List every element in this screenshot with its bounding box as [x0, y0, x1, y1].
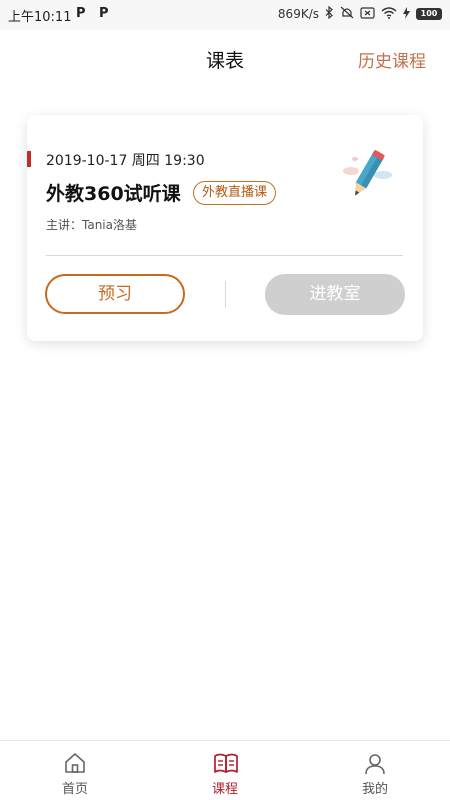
course-teacher: 主讲：Tania洛基	[46, 218, 137, 232]
pencil-illustration-icon	[341, 145, 393, 205]
preview-button[interactable]: 预习	[45, 274, 185, 314]
button-separator	[225, 281, 226, 308]
card-divider	[46, 255, 403, 256]
status-bar: 上午10:11 P P 869K/s 100	[0, 0, 450, 30]
network-speed: 869K/s	[277, 7, 319, 21]
app-notification-icon: P	[76, 6, 86, 21]
course-datetime: 2019-10-17 周四 19:30	[46, 153, 205, 169]
page-header: 课表 历史课程	[0, 30, 450, 88]
app-notification-icon: P	[99, 6, 109, 21]
bottom-tab-bar: 首页 课程 我的	[0, 740, 450, 800]
course-title: 外教360试听课	[46, 183, 181, 205]
book-icon	[214, 753, 238, 773]
enter-classroom-button[interactable]: 进教室	[265, 274, 405, 315]
status-indicators: 869K/s 100	[277, 5, 442, 22]
home-icon	[65, 753, 85, 773]
wifi-icon	[381, 6, 397, 22]
bluetooth-icon	[325, 5, 334, 22]
course-card[interactable]: 2019-10-17 周四 19:30 外教360试听课 外教直播课 主讲：Ta…	[27, 115, 423, 341]
battery-icon: 100	[416, 8, 442, 20]
accent-bar	[27, 151, 31, 167]
tab-profile-label: 我的	[361, 782, 388, 797]
course-type-badge: 外教直播课	[193, 181, 277, 205]
status-time: 上午10:11	[8, 10, 72, 25]
tab-home-label: 首页	[61, 782, 88, 797]
tab-home[interactable]: 首页	[25, 741, 125, 800]
tab-courses-label: 课程	[211, 782, 238, 797]
user-icon	[365, 754, 385, 775]
mute-icon	[340, 6, 354, 22]
charging-icon	[403, 6, 410, 22]
tab-courses[interactable]: 课程	[175, 741, 275, 800]
tab-profile[interactable]: 我的	[325, 741, 425, 800]
sim-icon	[360, 6, 375, 22]
history-courses-link[interactable]: 历史课程	[358, 47, 426, 72]
